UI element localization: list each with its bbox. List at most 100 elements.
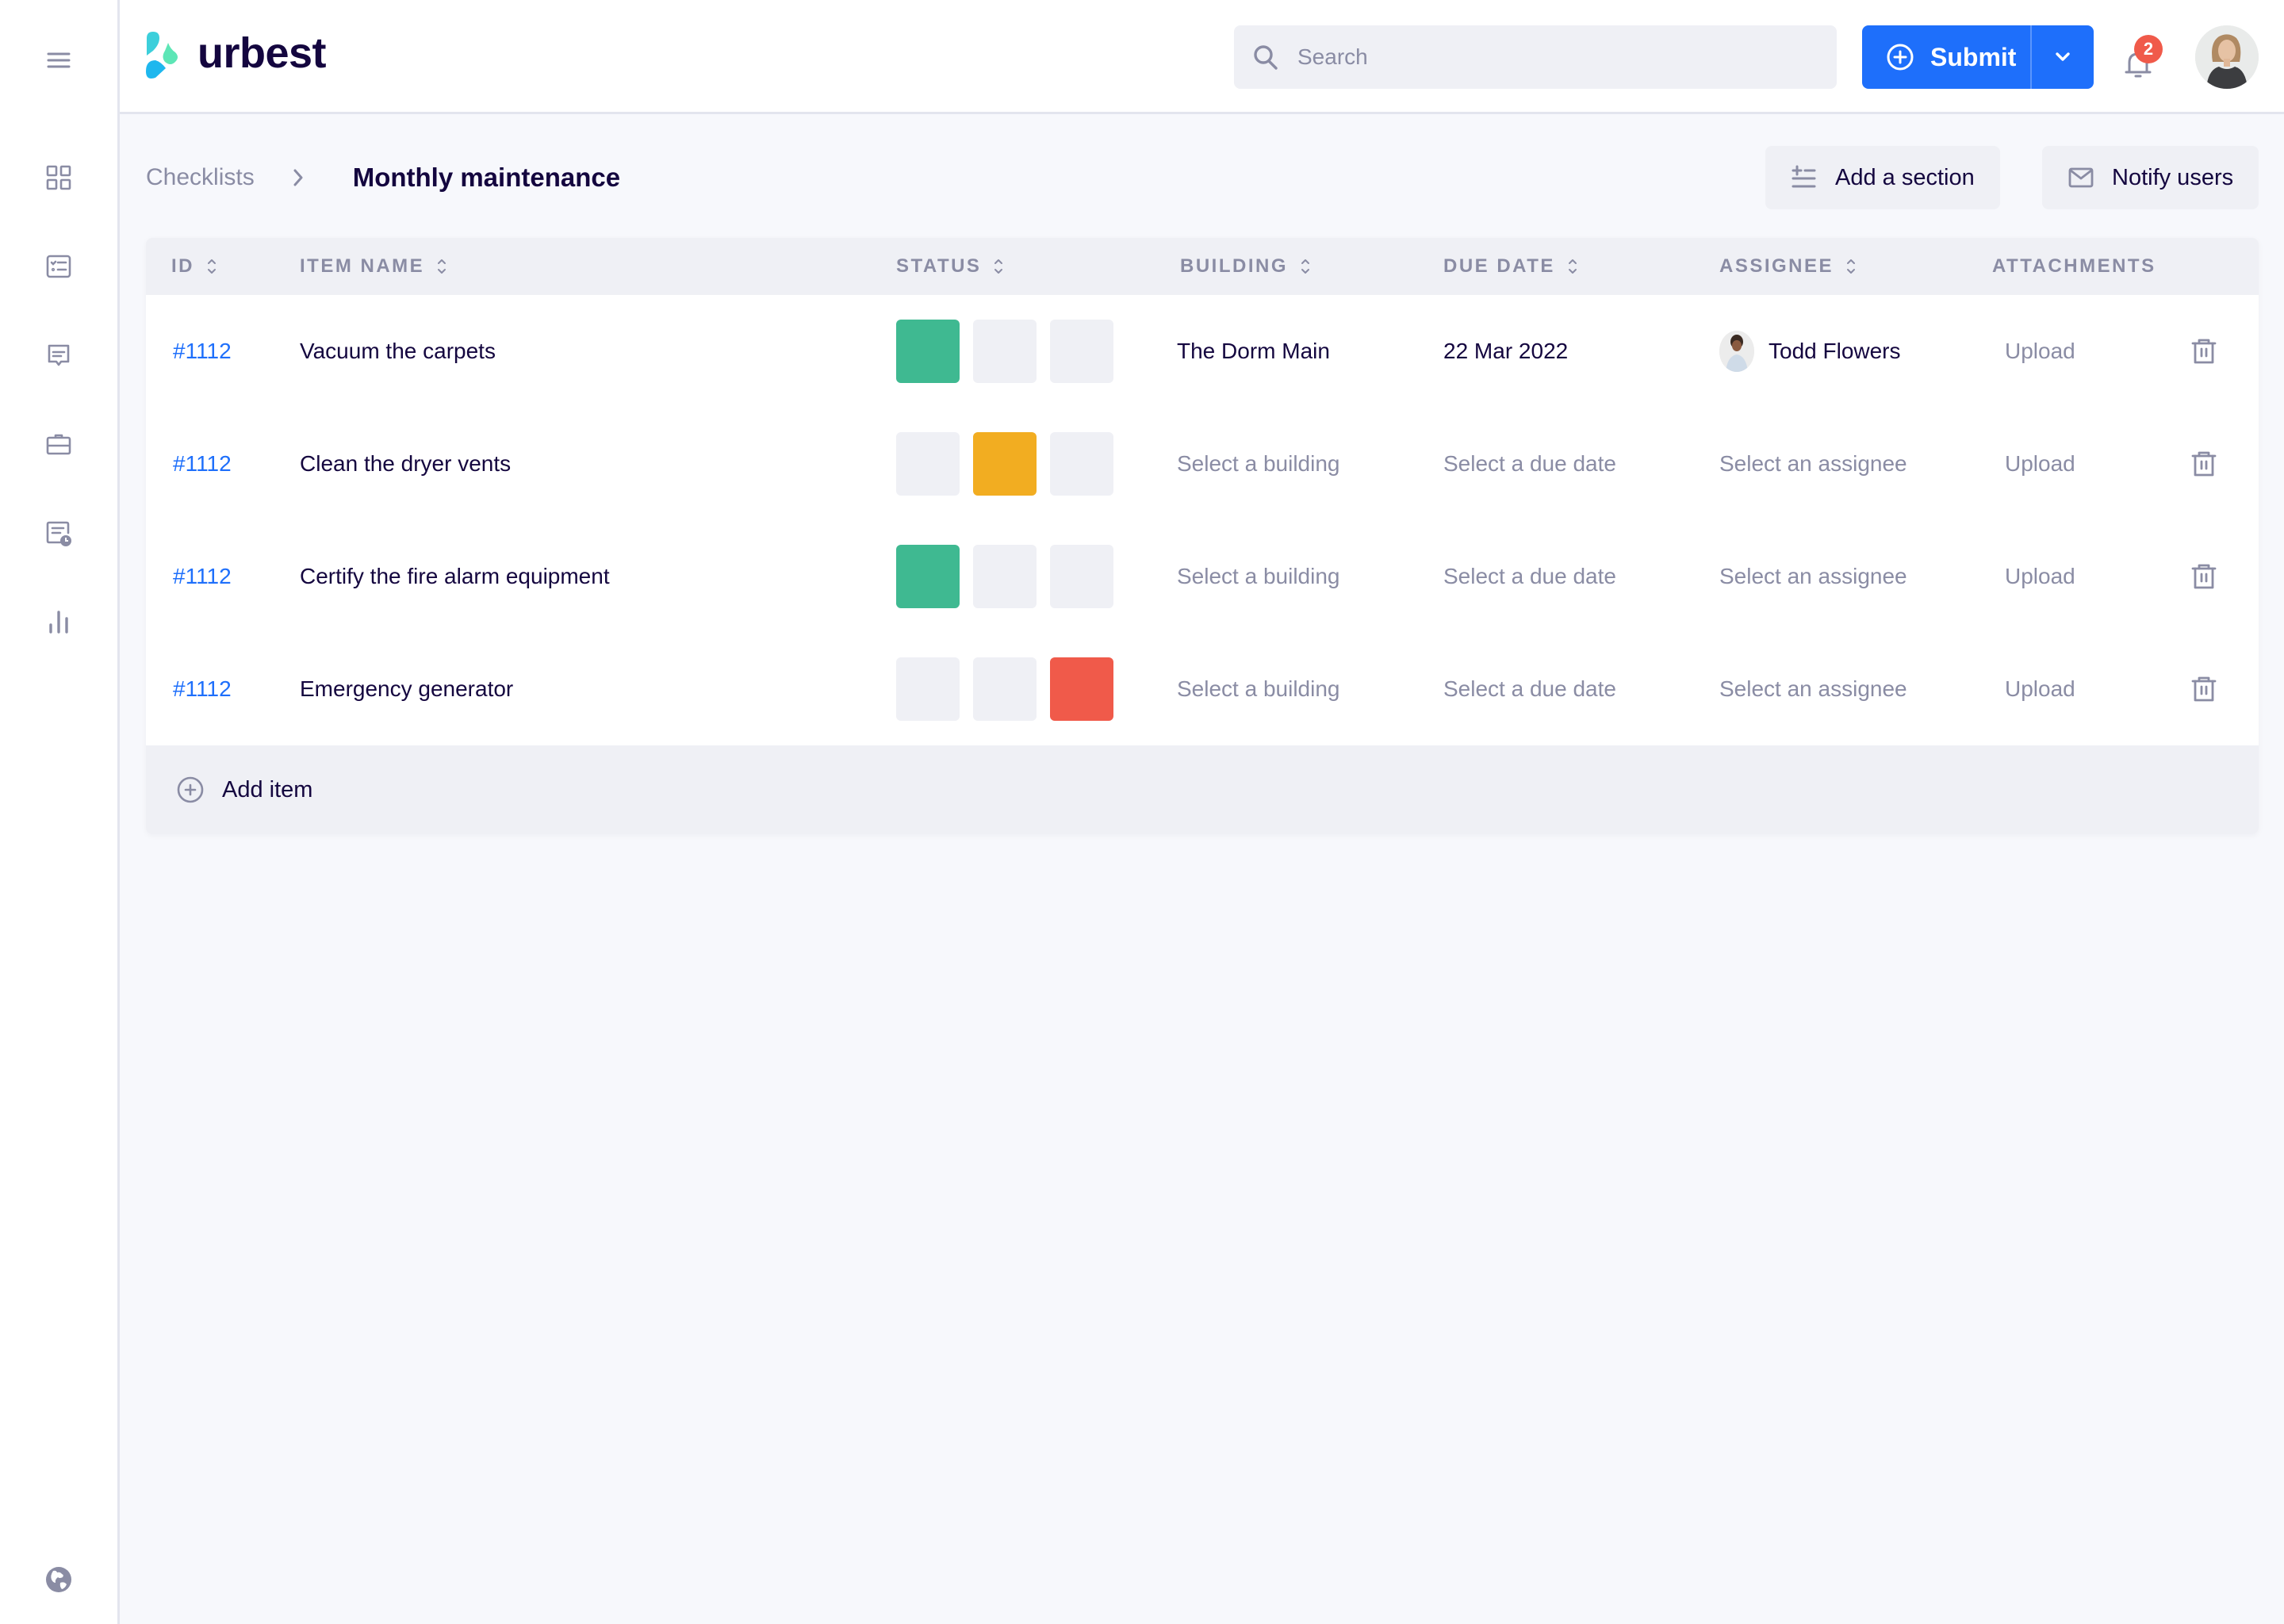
submit-label: Submit <box>1930 42 2017 71</box>
assignee-select[interactable]: Select an assignee <box>1719 564 1907 589</box>
notification-badge: 2 <box>2134 35 2163 63</box>
item-id-link[interactable]: #1112 <box>173 339 232 364</box>
upload-link[interactable]: Upload <box>2005 339 2075 364</box>
add-item-button[interactable]: Add item <box>146 745 2259 834</box>
sort-icon <box>1847 259 1856 274</box>
item-name[interactable]: Emergency generator <box>300 676 513 702</box>
column-header-item-name[interactable]: ITEM NAME <box>300 238 448 295</box>
item-id-link[interactable]: #1112 <box>173 564 232 589</box>
top-bar: urbest Submit 2 <box>120 0 2284 114</box>
column-label: ITEM NAME <box>300 255 425 277</box>
brand-name: urbest <box>197 29 327 77</box>
status-option-blocked[interactable] <box>1050 320 1113 383</box>
language-button[interactable] <box>43 1564 75 1595</box>
sidebar-item-analytics[interactable] <box>43 606 75 638</box>
breadcrumb: Checklists Monthly maintenance <box>146 159 620 197</box>
trash-icon[interactable] <box>2190 562 2217 591</box>
submit-button[interactable]: Submit <box>1862 25 2030 89</box>
bar-chart-icon <box>49 611 68 634</box>
table-header: ID ITEM NAME STATUS BUILDING DUE DATE AS… <box>146 238 2259 295</box>
status-selector <box>896 408 1127 520</box>
building-select[interactable]: The Dorm Main <box>1177 339 1330 364</box>
assignee-cell: Todd Flowers <box>1719 295 1901 408</box>
building-select[interactable]: Select a building <box>1177 451 1339 477</box>
sidebar-item-checklists[interactable] <box>43 251 75 282</box>
grid-icon <box>46 165 71 190</box>
status-option-blocked[interactable] <box>1050 657 1113 721</box>
upload-link[interactable]: Upload <box>2005 564 2075 589</box>
status-option-in-progress[interactable] <box>973 657 1037 721</box>
column-header-assignee[interactable]: ASSIGNEE <box>1719 238 1857 295</box>
due-date-select[interactable]: Select a due date <box>1443 451 1616 477</box>
status-option-blocked[interactable] <box>1050 432 1113 496</box>
user-avatar[interactable] <box>2195 25 2259 89</box>
menu-button[interactable] <box>43 44 75 76</box>
building-select[interactable]: Select a building <box>1177 564 1339 589</box>
trash-icon[interactable] <box>2190 337 2217 366</box>
submit-options-button[interactable] <box>2032 25 2094 89</box>
item-id-link[interactable]: #1112 <box>173 676 232 702</box>
assignee-select[interactable]: Select an assignee <box>1719 676 1907 702</box>
due-date-select[interactable]: Select a due date <box>1443 676 1616 702</box>
plus-circle-icon <box>177 776 204 803</box>
item-name[interactable]: Vacuum the carpets <box>300 339 496 364</box>
chevron-right-icon <box>293 169 303 186</box>
status-selector <box>896 520 1127 633</box>
column-label: ATTACHMENTS <box>1992 255 2156 277</box>
search-box[interactable] <box>1234 25 1837 89</box>
notify-users-button[interactable]: Notify users <box>2042 146 2259 209</box>
add-section-button[interactable]: Add a section <box>1765 146 2000 209</box>
upload-link[interactable]: Upload <box>2005 676 2075 702</box>
globe-icon <box>46 1567 71 1592</box>
column-header-attachments: ATTACHMENTS <box>1992 238 2156 295</box>
status-option-done[interactable] <box>896 320 960 383</box>
assignee-select[interactable]: Todd Flowers <box>1769 339 1901 364</box>
status-option-done[interactable] <box>896 657 960 721</box>
notify-users-label: Notify users <box>2112 164 2234 190</box>
sort-icon <box>438 259 446 274</box>
status-option-done[interactable] <box>896 432 960 496</box>
sort-icon <box>1301 259 1309 274</box>
item-name[interactable]: Clean the dryer vents <box>300 451 511 477</box>
search-input[interactable] <box>1297 44 1805 70</box>
add-section-icon <box>1792 165 1816 188</box>
add-section-label: Add a section <box>1835 164 1975 190</box>
status-option-blocked[interactable] <box>1050 545 1113 608</box>
sidebar-item-dashboard[interactable] <box>43 162 75 193</box>
upload-link[interactable]: Upload <box>2005 451 2075 477</box>
status-option-done[interactable] <box>896 545 960 608</box>
status-option-in-progress[interactable] <box>973 320 1037 383</box>
assignee-select[interactable]: Select an assignee <box>1719 451 1907 477</box>
column-label: ID <box>171 255 194 277</box>
column-label: STATUS <box>896 255 982 277</box>
item-id-link[interactable]: #1112 <box>173 451 232 477</box>
status-selector <box>896 295 1127 408</box>
sidebar-item-messages[interactable] <box>43 339 75 371</box>
brand-logo[interactable]: urbest <box>144 29 327 81</box>
status-option-in-progress[interactable] <box>973 545 1037 608</box>
item-name[interactable]: Certify the fire alarm equipment <box>300 564 610 589</box>
chevron-down-icon <box>2056 52 2070 61</box>
user-photo-icon <box>2195 25 2259 89</box>
column-header-status[interactable]: STATUS <box>896 238 1005 295</box>
trash-icon[interactable] <box>2190 675 2217 703</box>
status-option-in-progress[interactable] <box>973 432 1037 496</box>
column-header-building[interactable]: BUILDING <box>1180 238 1312 295</box>
assignee-cell: Select an assignee <box>1719 408 1907 520</box>
assignee-photo-icon <box>1719 331 1754 372</box>
mail-icon <box>2068 167 2094 188</box>
column-header-due-date[interactable]: DUE DATE <box>1443 238 1579 295</box>
sidebar-item-schedule[interactable] <box>43 517 75 549</box>
message-icon <box>48 344 70 366</box>
sidebar-item-work[interactable] <box>43 428 75 460</box>
sort-icon <box>1568 259 1577 274</box>
due-date-select[interactable]: Select a due date <box>1443 564 1616 589</box>
breadcrumb-checklists[interactable]: Checklists <box>146 164 255 191</box>
table-row: #1112 Certify the fire alarm equipment S… <box>146 520 2259 633</box>
trash-icon[interactable] <box>2190 450 2217 478</box>
column-label: ASSIGNEE <box>1719 255 1834 277</box>
due-date-select[interactable]: 22 Mar 2022 <box>1443 339 1568 364</box>
building-select[interactable]: Select a building <box>1177 676 1339 702</box>
column-header-id[interactable]: ID <box>171 238 218 295</box>
column-label: BUILDING <box>1180 255 1288 277</box>
